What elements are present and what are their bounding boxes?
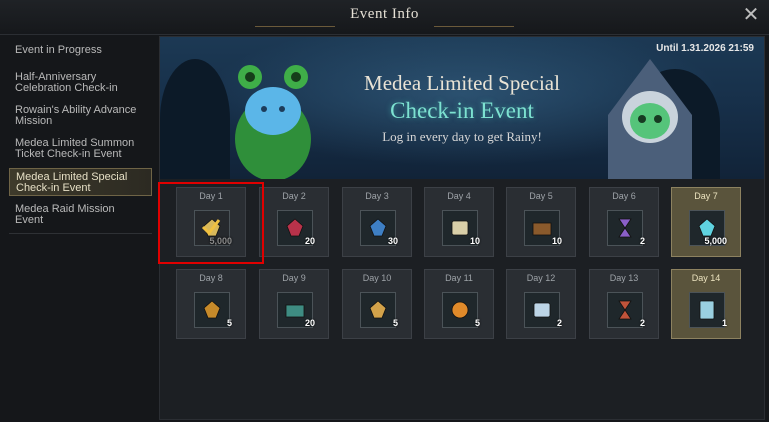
- day-card-10[interactable]: Day 10 5: [342, 269, 412, 339]
- sidebar-item-label-line: Event: [15, 214, 44, 226]
- day-label: Day 8: [199, 273, 223, 283]
- reward-quantity: 5: [392, 318, 398, 328]
- day-card-6[interactable]: Day 6 2: [589, 187, 659, 257]
- event-title-line1: Medea Limited Special: [364, 71, 560, 95]
- hourglass-icon: [607, 210, 643, 246]
- blue-scroll-icon: [524, 292, 560, 328]
- day-label: Day 4: [447, 191, 471, 201]
- checkmark-icon: [201, 219, 221, 236]
- sidebar-item-label-line: Ticket Check-in Event: [15, 148, 122, 160]
- sidebar-item-label-line: Mission: [15, 115, 53, 127]
- day-label: Day 13: [609, 273, 639, 283]
- day-card-11[interactable]: Day 11 5: [424, 269, 494, 339]
- title-ornament-right: [434, 26, 514, 27]
- event-subtitle: Log in every day to get Rainy!: [382, 129, 542, 144]
- close-icon[interactable]: ✕: [741, 5, 761, 25]
- day-label: Day 5: [529, 191, 553, 201]
- reward-quantity: 2: [556, 318, 562, 328]
- reward-quantity: 10: [551, 236, 562, 246]
- day-card-8[interactable]: Day 8 5: [176, 269, 246, 339]
- sidebar-item-label-line: Celebration Check-in: [15, 82, 118, 94]
- day-card-13[interactable]: Day 13 2: [589, 269, 659, 339]
- reward-quantity: 2: [639, 236, 645, 246]
- day-label: Day 1: [199, 191, 223, 201]
- gold-ore-icon: [194, 292, 230, 328]
- day-label: Day 14: [691, 273, 721, 283]
- day-label: Day 12: [526, 273, 556, 283]
- reward-quantity: 10: [469, 236, 480, 246]
- reward-quantity: 2: [639, 318, 645, 328]
- day-label: Day 11: [445, 273, 473, 283]
- day-label: Day 10: [362, 273, 392, 283]
- sidebar-item-4[interactable]: Medea Limited Summon Ticket Check-in Even…: [9, 137, 152, 161]
- reward-quantity: 1: [721, 318, 727, 328]
- reward-quantity: 30: [387, 236, 398, 246]
- day-card-12[interactable]: Day 12 2: [506, 269, 576, 339]
- sidebar-item-6[interactable]: Medea Raid Mission Event: [9, 203, 152, 227]
- event-end-date: Until 1.31.2026 21:59: [656, 43, 754, 54]
- sidebar-item-2[interactable]: Half-Anniversary Celebration Check-in: [9, 71, 152, 95]
- day-label: Day 2: [282, 191, 306, 201]
- reward-quantity: 5,000: [704, 236, 727, 246]
- day-card-14[interactable]: Day 14 1: [671, 269, 741, 339]
- summon-ticket-icon: [689, 292, 725, 328]
- event-banner: Until 1.31.2026 21:59 Medea Limited Spec…: [160, 37, 764, 179]
- day-card-5[interactable]: Day 5 10: [506, 187, 576, 257]
- day-card-2[interactable]: Day 2 20: [259, 187, 329, 257]
- reward-quantity: 20: [304, 236, 315, 246]
- day-label: Day 3: [365, 191, 389, 201]
- title-ornament-left: [255, 26, 335, 27]
- sidebar-item-5[interactable]: Medea Limited Special Check-in Event: [9, 168, 152, 196]
- event-title-line2: Check-in Event: [390, 98, 534, 123]
- sidebar-item-1[interactable]: Event in Progress: [9, 44, 152, 58]
- sidebar-divider: [9, 233, 152, 234]
- red-hourglass-icon: [607, 292, 643, 328]
- sidebar-item-3[interactable]: Rowain's Ability Advance Mission: [9, 104, 152, 128]
- day-label: Day 9: [282, 273, 306, 283]
- sidebar-item-label-line: Check-in Event: [16, 182, 91, 194]
- reward-quantity: 5: [226, 318, 232, 328]
- day-card-1[interactable]: Day 1 5,000: [176, 187, 246, 257]
- title-bar: Event Info ✕: [0, 0, 769, 35]
- window-title: Event Info: [350, 6, 419, 22]
- day-card-7[interactable]: Day 7 5,000: [671, 187, 741, 257]
- gold-beast-icon: [360, 292, 396, 328]
- reward-quantity: 20: [304, 318, 315, 328]
- sidebar-item-label-line: Event in Progress: [15, 44, 102, 56]
- day-label: Day 7: [694, 191, 718, 201]
- fire-orb-icon: [442, 292, 478, 328]
- event-panel: Until 1.31.2026 21:59 Medea Limited Spec…: [159, 36, 765, 420]
- day-label: Day 6: [612, 191, 636, 201]
- day-card-4[interactable]: Day 4 10: [424, 187, 494, 257]
- day-card-3[interactable]: Day 3 30: [342, 187, 412, 257]
- reward-quantity: 5: [474, 318, 480, 328]
- reward-quantity: 5,000: [209, 236, 232, 246]
- day-card-9[interactable]: Day 9 20: [259, 269, 329, 339]
